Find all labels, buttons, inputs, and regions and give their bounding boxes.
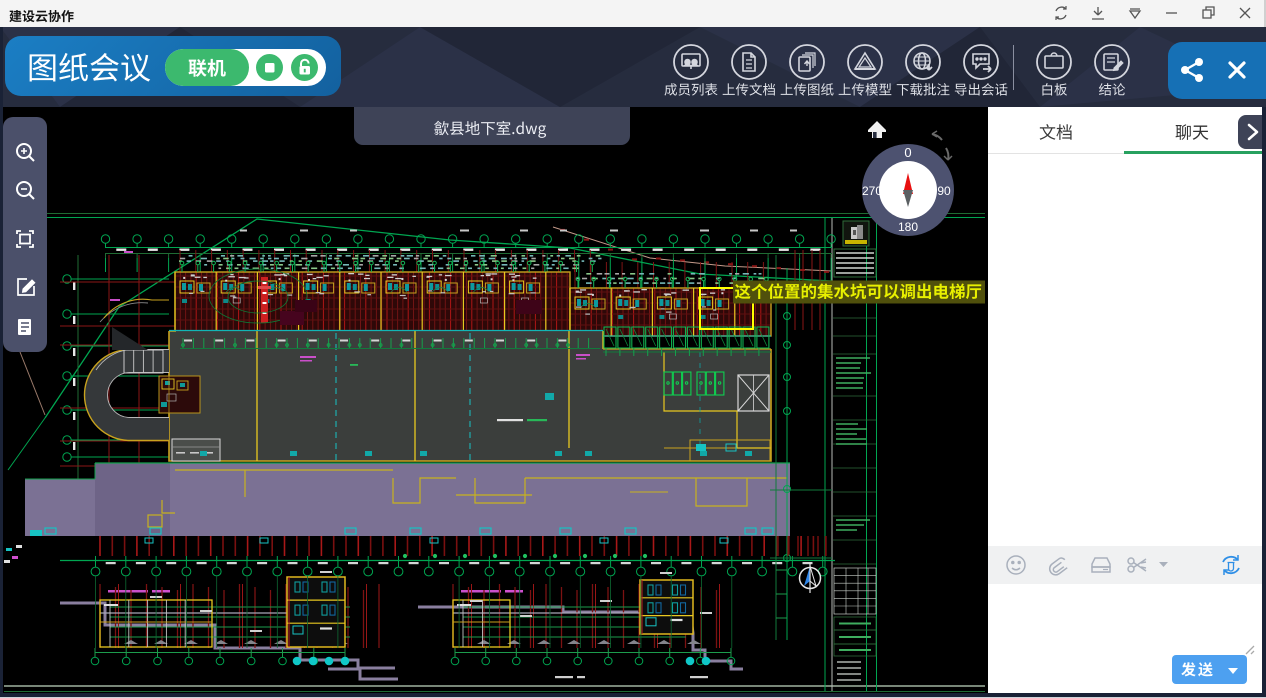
svg-text:180: 180: [898, 220, 918, 234]
svg-text:0: 0: [904, 145, 911, 160]
svg-text:90: 90: [937, 184, 951, 198]
svg-text:270: 270: [862, 184, 882, 198]
